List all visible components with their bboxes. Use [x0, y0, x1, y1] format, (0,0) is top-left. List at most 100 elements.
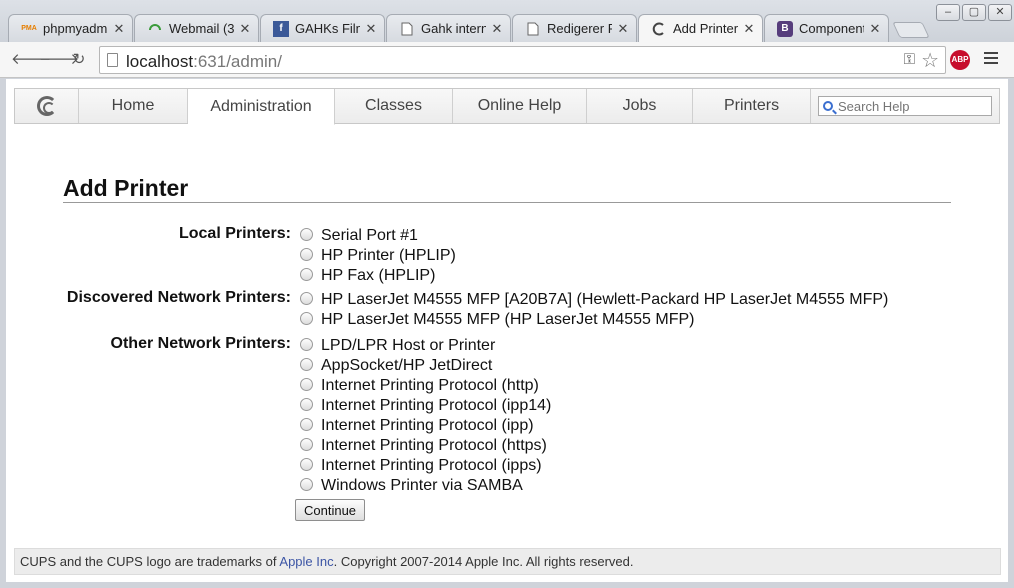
nav-classes[interactable]: Classes	[335, 89, 453, 123]
radio-button[interactable]	[300, 247, 313, 261]
option-label: LPD/LPR Host or Printer	[321, 337, 496, 354]
url-host: localhost	[126, 52, 194, 71]
page-icon	[107, 53, 118, 67]
option-label: Internet Printing Protocol (ipps)	[321, 457, 542, 474]
option-ipps[interactable]: Internet Printing Protocol (ipps)	[300, 456, 542, 476]
option-label: Internet Printing Protocol (ipp)	[321, 417, 534, 434]
close-tab-icon[interactable]: ✕	[238, 21, 252, 37]
search-help-box[interactable]	[818, 96, 992, 116]
browser-tab-add-printer[interactable]: Add Printer - ✕	[638, 14, 763, 42]
footer-suffix: . Copyright 2007-2014 Apple Inc. All rig…	[333, 554, 634, 569]
radio-button[interactable]	[300, 337, 313, 351]
radio-button[interactable]	[300, 357, 313, 371]
option-label: HP Fax (HPLIP)	[321, 267, 436, 284]
loading-spinner-icon	[147, 21, 163, 37]
option-label: HP Printer (HPLIP)	[321, 247, 456, 264]
option-label: AppSocket/HP JetDirect	[321, 357, 493, 374]
option-label: Internet Printing Protocol (http)	[321, 377, 539, 394]
option-laserjet-m4555[interactable]: HP LaserJet M4555 MFP (HP LaserJet M4555…	[300, 310, 694, 330]
browser-tab-redigerer[interactable]: Redigerer Pr ✕	[512, 14, 637, 42]
close-tab-icon[interactable]: ✕	[868, 21, 882, 37]
cups-logo-link[interactable]	[15, 89, 79, 123]
option-label: Windows Printer via SAMBA	[321, 477, 523, 494]
browser-tab-facebook[interactable]: f GAHKs FilmU ✕	[260, 14, 385, 42]
radio-button[interactable]	[300, 291, 313, 305]
option-hp-fax-hplip[interactable]: HP Fax (HPLIP)	[300, 266, 435, 286]
close-window-button[interactable]: ✕	[988, 4, 1012, 21]
bookmark-star-icon[interactable]: ☆	[921, 48, 939, 73]
key-icon[interactable]: ⚿	[904, 51, 915, 68]
cups-icon	[651, 21, 667, 37]
option-ipp14[interactable]: Internet Printing Protocol (ipp14)	[300, 396, 551, 416]
option-laserjet-a20b7a[interactable]: HP LaserJet M4555 MFP [A20B7A] (Hewlett-…	[300, 290, 888, 310]
option-label: Serial Port #1	[321, 227, 418, 244]
tab-label: Gahk intern	[421, 21, 486, 36]
close-tab-icon[interactable]: ✕	[616, 21, 630, 37]
radio-button[interactable]	[300, 311, 313, 325]
tab-strip: PMA phpmyadmin ✕ Webmail (3) ✕ f GAHKs F…	[8, 14, 930, 42]
nav-home[interactable]: Home	[79, 89, 188, 123]
browser-tab-webmail[interactable]: Webmail (3) ✕	[134, 14, 259, 42]
option-ipp-https[interactable]: Internet Printing Protocol (https)	[300, 436, 547, 456]
browser-titlebar: PMA phpmyadmin ✕ Webmail (3) ✕ f GAHKs F…	[0, 0, 1014, 42]
apple-link[interactable]: Apple Inc	[279, 554, 333, 569]
close-tab-icon[interactable]: ✕	[364, 21, 378, 37]
option-lpd-lpr[interactable]: LPD/LPR Host or Printer	[300, 336, 495, 356]
browser-tab-gahk-intern[interactable]: Gahk intern ✕	[386, 14, 511, 42]
search-help-input[interactable]	[838, 98, 988, 114]
option-appsocket[interactable]: AppSocket/HP JetDirect	[300, 356, 492, 376]
option-samba[interactable]: Windows Printer via SAMBA	[300, 476, 523, 496]
option-ipp[interactable]: Internet Printing Protocol (ipp)	[300, 416, 534, 436]
nav-online-help[interactable]: Online Help	[453, 89, 587, 123]
browser-tab-phpmyadmin[interactable]: PMA phpmyadmin ✕	[8, 14, 133, 42]
other-network-printers-label: Other Network Printers:	[110, 335, 291, 352]
option-label: Internet Printing Protocol (https)	[321, 437, 547, 454]
new-tab-button[interactable]	[892, 22, 930, 38]
radio-button[interactable]	[300, 377, 313, 391]
nav-administration[interactable]: Administration	[188, 89, 335, 125]
option-label: Internet Printing Protocol (ipp14)	[321, 397, 552, 414]
browser-toolbar: 🡐 🡒 ↻ localhost:631/admin/ ⚿ ☆ ABP	[0, 42, 1014, 78]
browser-tab-components[interactable]: B Components ✕	[764, 14, 889, 42]
option-serial-port[interactable]: Serial Port #1	[300, 226, 418, 246]
tab-label: GAHKs FilmU	[295, 21, 360, 36]
search-icon	[823, 101, 833, 111]
tab-label: Add Printer -	[673, 21, 738, 36]
browser-menu-icon[interactable]	[984, 52, 998, 66]
nav-printers[interactable]: Printers	[693, 89, 811, 123]
url-text[interactable]: localhost:631/admin/	[126, 52, 282, 72]
close-tab-icon[interactable]: ✕	[112, 21, 126, 37]
page-icon	[525, 21, 541, 37]
radio-button[interactable]	[300, 267, 313, 281]
radio-button[interactable]	[300, 227, 313, 241]
cups-logo-icon	[36, 96, 57, 116]
page-content: Home Administration Classes Online Help …	[6, 79, 1008, 582]
page-title: Add Printer	[63, 175, 189, 201]
radio-button[interactable]	[300, 457, 313, 471]
tab-label: Redigerer Pr	[547, 21, 612, 36]
title-divider	[63, 202, 951, 203]
radio-button[interactable]	[300, 397, 313, 411]
bootstrap-icon: B	[777, 20, 793, 37]
nav-jobs[interactable]: Jobs	[587, 89, 693, 123]
radio-button[interactable]	[300, 477, 313, 491]
continue-button[interactable]: Continue	[295, 499, 366, 521]
forward-arrow-icon[interactable]: 🡒	[39, 50, 79, 70]
close-tab-icon[interactable]: ✕	[490, 21, 504, 37]
close-tab-icon[interactable]: ✕	[742, 21, 756, 37]
tab-label: Components	[799, 21, 864, 36]
address-bar[interactable]: localhost:631/admin/ ⚿ ☆	[99, 46, 946, 74]
option-ipp-http[interactable]: Internet Printing Protocol (http)	[300, 376, 539, 396]
adblock-plus-icon[interactable]: ABP	[950, 50, 970, 70]
option-label: HP LaserJet M4555 MFP (HP LaserJet M4555…	[321, 311, 695, 328]
reload-icon[interactable]: ↻	[68, 50, 90, 70]
radio-button[interactable]	[300, 437, 313, 451]
footer: CUPS and the CUPS logo are trademarks of…	[14, 548, 1001, 575]
window-controls: – ▢ ✕	[934, 4, 1012, 21]
minimize-button[interactable]: –	[936, 4, 960, 21]
back-arrow-icon[interactable]: 🡐	[11, 50, 51, 70]
radio-button[interactable]	[300, 417, 313, 431]
option-hp-printer-hplip[interactable]: HP Printer (HPLIP)	[300, 246, 456, 266]
local-printers-label: Local Printers:	[178, 225, 291, 242]
maximize-button[interactable]: ▢	[962, 4, 986, 21]
